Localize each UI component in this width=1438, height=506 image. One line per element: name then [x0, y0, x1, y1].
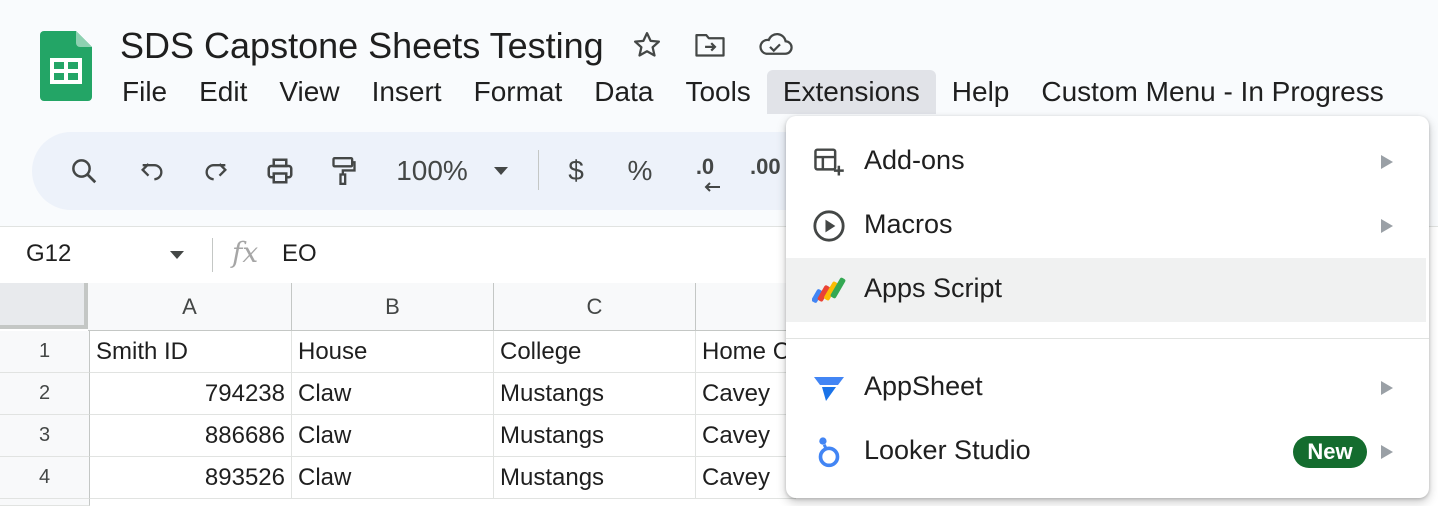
increase-decimal-label: .00 [750, 154, 781, 179]
row-header[interactable]: 3 [0, 415, 90, 457]
cell[interactable]: Cavey [696, 457, 796, 499]
document-title[interactable]: SDS Capstone Sheets Testing [120, 24, 604, 68]
cell[interactable]: College [494, 331, 696, 373]
print-icon[interactable] [250, 132, 310, 210]
menu-view[interactable]: View [263, 70, 355, 114]
undo-icon[interactable] [122, 132, 182, 210]
menu-item-add-ons[interactable]: Add-ons [786, 130, 1426, 194]
menu-custom-menu[interactable]: Custom Menu - In Progress [1025, 70, 1399, 114]
cell[interactable]: Home C [696, 331, 796, 373]
sheets-logo-icon[interactable] [40, 31, 92, 101]
row-header[interactable]: 4 [0, 457, 90, 499]
cell[interactable]: 893526 [90, 457, 292, 499]
menu-insert[interactable]: Insert [356, 70, 458, 114]
select-all-corner[interactable] [0, 283, 88, 329]
menu-extensions[interactable]: Extensions [766, 70, 936, 114]
fx-icon: fx [232, 236, 259, 269]
cell[interactable]: Mustangs [494, 457, 696, 499]
name-box-dropdown-icon[interactable] [168, 248, 186, 266]
column-header-b[interactable]: B [292, 283, 494, 331]
cell[interactable]: Smith ID [90, 331, 292, 373]
row-header[interactable] [0, 499, 90, 506]
cell[interactable]: Mustangs [494, 415, 696, 457]
menu-item-label: AppSheet [864, 371, 983, 401]
menu-tools[interactable]: Tools [669, 70, 766, 114]
search-menus-icon[interactable] [52, 132, 116, 210]
currency-symbol: $ [568, 155, 584, 186]
toolbar-divider [538, 150, 539, 190]
cell[interactable]: Claw [292, 415, 494, 457]
cell[interactable]: Claw [292, 373, 494, 415]
zoom-select[interactable]: 100% [382, 132, 482, 210]
appsheet-icon [812, 371, 846, 405]
menu-item-label: Macros [864, 209, 953, 239]
menu-data[interactable]: Data [578, 70, 669, 114]
formula-divider [212, 238, 213, 272]
cell[interactable]: House [292, 331, 494, 373]
paint-format-icon[interactable] [314, 132, 374, 210]
menu-divider [786, 338, 1429, 339]
new-badge: New [1293, 436, 1367, 468]
column-header-d[interactable] [696, 283, 796, 331]
formula-input[interactable]: EO [282, 238, 317, 270]
decrease-decimal-button[interactable]: .0 [680, 132, 730, 210]
percent-format-button[interactable]: % [614, 132, 666, 210]
column-header-c[interactable]: C [494, 283, 696, 331]
cloud-saved-icon[interactable] [756, 30, 793, 60]
menu-item-label: Looker Studio [864, 435, 1031, 465]
row-header[interactable]: 2 [0, 373, 90, 415]
row-header[interactable]: 1 [0, 331, 90, 373]
menu-item-macros[interactable]: Macros [786, 194, 1426, 258]
menu-help[interactable]: Help [936, 70, 1026, 114]
cell[interactable]: Mustangs [494, 373, 696, 415]
star-icon[interactable] [632, 30, 662, 60]
submenu-arrow-icon [1381, 219, 1393, 233]
apps-script-icon [812, 273, 846, 307]
macros-play-icon [812, 209, 846, 243]
increase-decimal-button[interactable]: .00 [742, 132, 786, 210]
looker-studio-icon [812, 435, 846, 469]
redo-icon[interactable] [186, 132, 246, 210]
zoom-value: 100% [396, 155, 468, 186]
cell[interactable]: 886686 [90, 415, 292, 457]
submenu-arrow-icon [1381, 381, 1393, 395]
add-ons-icon [812, 145, 846, 179]
submenu-arrow-icon [1381, 155, 1393, 169]
move-folder-icon[interactable] [694, 30, 725, 60]
cell[interactable]: Cavey [696, 415, 796, 457]
menu-edit[interactable]: Edit [183, 70, 263, 114]
menu-format[interactable]: Format [458, 70, 579, 114]
cell[interactable]: Cavey [696, 373, 796, 415]
menu-item-label: Add-ons [864, 145, 965, 175]
currency-format-button[interactable]: $ [552, 132, 600, 210]
percent-symbol: % [627, 155, 653, 186]
cell[interactable]: 794238 [90, 373, 292, 415]
chevron-down-icon[interactable] [486, 132, 516, 210]
menu-file[interactable]: File [106, 70, 183, 114]
column-header-a[interactable]: A [88, 283, 292, 331]
cell[interactable]: Claw [292, 457, 494, 499]
name-box[interactable]: G12 [26, 238, 71, 270]
menu-item-apps-script[interactable]: Apps Script [786, 258, 1426, 322]
menu-item-appsheet[interactable]: AppSheet [786, 356, 1426, 420]
submenu-arrow-icon [1381, 445, 1393, 459]
menu-item-label: Apps Script [864, 273, 1003, 303]
menu-bar: File Edit View Insert Format Data Tools … [106, 70, 1400, 114]
decrease-decimal-label: .0 [695, 154, 715, 179]
